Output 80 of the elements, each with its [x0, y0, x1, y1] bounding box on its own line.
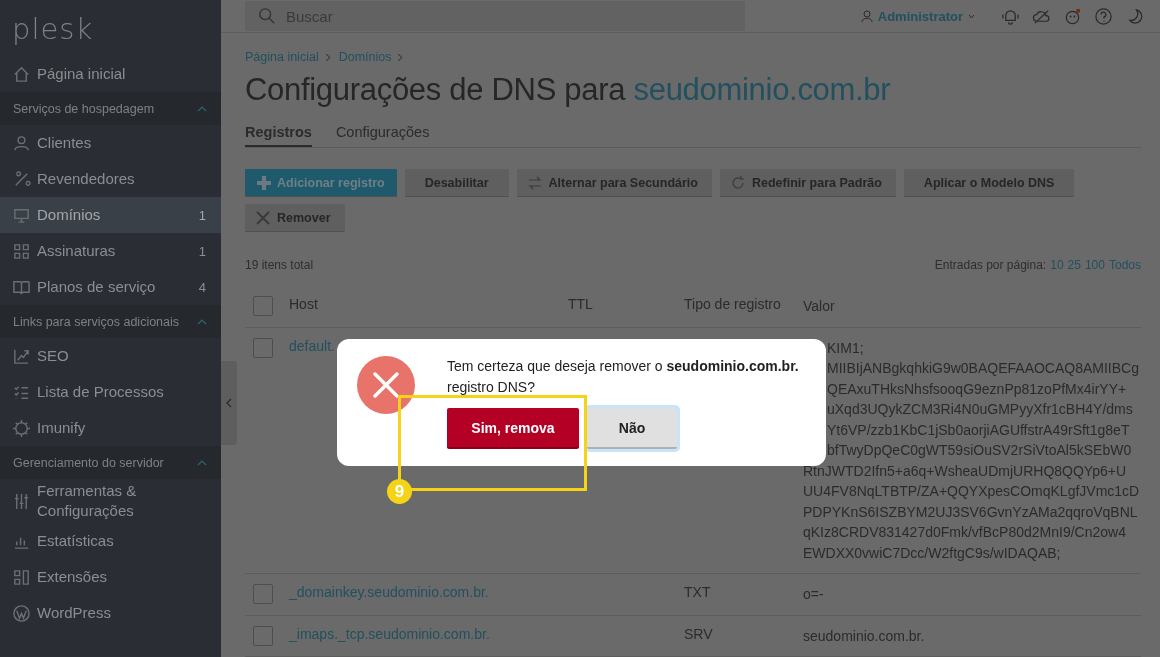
- wordpress-icon: [12, 603, 31, 623]
- sidebar-item[interactable]: Assinaturas 1: [0, 233, 221, 269]
- toolbar-button[interactable]: Desabilitar: [404, 169, 509, 197]
- column-header: Host: [289, 296, 319, 312]
- plus-icon: [257, 175, 271, 190]
- search-icon: [258, 7, 276, 25]
- row-checkbox[interactable]: [253, 625, 273, 646]
- error-icon: [357, 356, 415, 414]
- moon-icon[interactable]: [1125, 6, 1144, 26]
- help-icon[interactable]: [1094, 6, 1113, 26]
- sidebar-section-header[interactable]: Gerenciamento do servidor: [0, 446, 221, 479]
- toolbar-button[interactable]: Aplicar o Modelo DNS: [903, 169, 1075, 197]
- sidebar-item[interactable]: Domínios 1: [0, 197, 221, 233]
- tab[interactable]: Configurações: [335, 118, 430, 147]
- chevron-up-icon: [197, 459, 207, 466]
- per-page-label: Entradas por página:: [934, 258, 1047, 272]
- toolbar-button[interactable]: Remover: [245, 204, 345, 232]
- chevron-right-icon: [397, 52, 404, 62]
- percent-icon: [12, 169, 31, 189]
- record-value-line: UU4FV8NqLTBTP/ZA+QQYXpesCOmqKLgfJVmc1cD: [803, 482, 1140, 501]
- user-icon: [860, 9, 873, 23]
- record-value-line: EWDXX0vwiC7Dcc/W2ftgC9s/wIDAQAB;: [803, 543, 1062, 563]
- row-checkbox[interactable]: [253, 584, 273, 604]
- column-header: TTL: [568, 296, 594, 312]
- animal-face-icon[interactable]: [1063, 6, 1082, 26]
- person-icon: [12, 133, 31, 153]
- column-header: Valor: [803, 297, 835, 316]
- tab[interactable]: Registros: [245, 118, 312, 147]
- record-value-line: qKIz8CRDV831427d0Fmk/vfBcP80d2MnI9/Cn2ow4: [803, 523, 1127, 542]
- sidebar-item[interactable]: Estatísticas: [0, 523, 221, 559]
- record-value-line: uXqd3UQykZCM3Ri4N0uGMPyyXfr1cBH4Y/dms: [826, 400, 1134, 419]
- items-total: 19 itens total: [245, 258, 314, 272]
- sidebar-section-header[interactable]: Serviços de hospedagem: [0, 92, 221, 125]
- close-icon: [255, 209, 271, 226]
- record-value-line: bfTwyDpQeC0gWT59siOuSV2rSiVtoAl5kSEbW0: [826, 441, 1133, 460]
- sliders-icon: [12, 491, 31, 511]
- sidebar-item[interactable]: WordPress: [0, 595, 221, 631]
- sidebar-item[interactable]: Ferramentas & Configurações: [0, 479, 221, 523]
- confirm-button[interactable]: Sim, remova: [447, 408, 579, 449]
- select-all-checkbox[interactable]: [253, 296, 273, 316]
- sidebar-section-header[interactable]: Links para serviços adicionais: [0, 305, 221, 338]
- toolbar-button[interactable]: Adicionar registro: [245, 169, 397, 197]
- record-type: TXT: [684, 584, 711, 600]
- sidebar-item[interactable]: Página inicial: [0, 56, 221, 92]
- dialog-message: Tem certeza que deseja remover o seudominio.com.br. registro DNS?: [447, 357, 800, 397]
- plesk-logo[interactable]: plesk: [0, 0, 94, 56]
- record-value-line: Yt6VP/zzb1KbC1jSb0aorjiAGUffstrA49rSft1g8eT: [826, 420, 1131, 440]
- record-value-line: KIM1;: [826, 338, 865, 358]
- chevron-right-icon: [324, 52, 331, 62]
- sidebar-item[interactable]: Extensões: [0, 559, 221, 595]
- blocks-icon: [12, 567, 31, 587]
- sidebar-item[interactable]: Lista de Processos: [0, 374, 221, 410]
- row-checkbox[interactable]: [253, 337, 273, 358]
- record-value-line: MIIBIjANBgkqhkiG9w0BAQEFAAOCAQ8AMIIBCg: [826, 359, 1140, 378]
- sidebar-item[interactable]: Clientes: [0, 125, 221, 161]
- step-number-badge: 9: [387, 479, 412, 504]
- sidebar-item[interactable]: Planos de serviço 4: [0, 269, 221, 305]
- reset-icon: [729, 174, 746, 191]
- sidebar-item[interactable]: SEO: [0, 338, 221, 374]
- toolbar-button[interactable]: Redefinir para Padrão: [719, 169, 896, 197]
- cancel-button[interactable]: Não: [587, 408, 677, 449]
- home-icon: [12, 64, 31, 84]
- gear-icon: [12, 418, 31, 438]
- record-value-line: seudominio.com.br.: [803, 626, 925, 646]
- caret-icon: [968, 13, 975, 19]
- chevron-up-icon: [197, 105, 207, 112]
- record-value-line: RtnJWTD2Ifn5+a6q+WsheaUDmjURHQ8QQYp6+U: [803, 461, 1128, 481]
- grid-icon: [12, 241, 31, 261]
- page-title: Configurações de DNS para seudominio.com.br: [245, 72, 892, 108]
- column-header: Tipo de registro: [684, 296, 782, 312]
- toolbar-button[interactable]: Alternar para Secundário: [516, 169, 712, 197]
- record-value-line: o=-: [803, 585, 824, 604]
- record-value-line: PDPYKnS6ISZBYM2UJ3SV6GvnYzAMa2qqroVqBNL: [803, 502, 1139, 522]
- collapse-sidebar-handle[interactable]: [221, 361, 237, 445]
- record-value-line: QEAxuTHksNhsfsooqG9eznPp81zoPfMx4irYY+: [826, 379, 1128, 399]
- sidebar-item[interactable]: Imunify: [0, 410, 221, 446]
- sidebar-item[interactable]: Revendedores: [0, 161, 221, 197]
- record-type: SRV: [684, 625, 713, 642]
- chevron-up-icon: [197, 318, 207, 325]
- swap-arrows-icon: [526, 174, 543, 191]
